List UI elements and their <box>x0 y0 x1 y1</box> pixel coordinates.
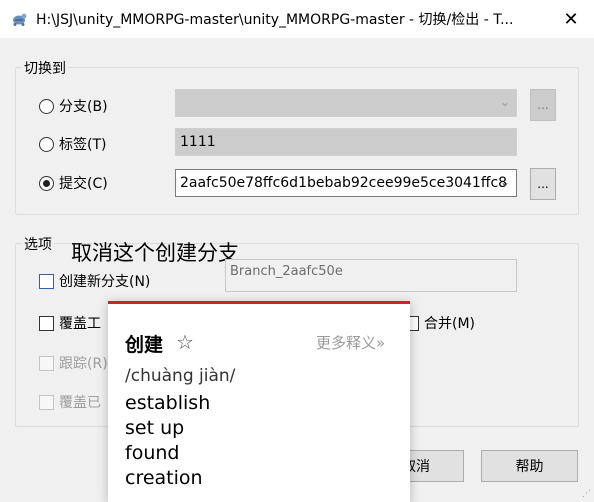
branch-radio-button[interactable] <box>39 98 54 114</box>
star-icon[interactable]: ☆ <box>176 330 194 354</box>
branch-combo[interactable]: ⌄ <box>175 89 517 117</box>
definition-item: found <box>125 442 180 464</box>
commit-radio-button[interactable] <box>39 175 54 191</box>
tag-radio[interactable]: 标签(T) <box>39 134 106 154</box>
commit-combo-value: 2aafc50e78ffc6d1bebab92cee99e5ce3041ffc8 <box>180 175 508 191</box>
overlay-caption: 取消这个创建分支 <box>71 241 239 265</box>
popup-pronunciation: /chuàng jiàn/ <box>125 366 236 386</box>
commit-radio[interactable]: 提交(C) <box>39 173 108 193</box>
switch-to-group-title: 切换到 <box>22 58 68 78</box>
commit-browse-button[interactable]: ... <box>530 168 556 200</box>
branch-radio[interactable]: 分支(B) <box>39 96 108 116</box>
branch-browse-button[interactable]: ... <box>530 89 556 121</box>
tortoisegit-icon <box>13 13 27 26</box>
create-branch-checkbox[interactable]: 创建新分支(N) <box>39 271 150 291</box>
create-branch-label: 创建新分支(N) <box>59 274 151 290</box>
title-bar: H:\JSJ\unity_MMORPG-master\unity_MMORPG-… <box>0 0 594 38</box>
tag-combo[interactable]: 1111 <box>175 128 517 156</box>
branch-name-input[interactable]: Branch_2aafc50e <box>225 259 517 292</box>
tag-radio-label: 标签(T) <box>59 137 107 153</box>
resize-grip-icon[interactable]: ⋰ <box>582 489 591 499</box>
overwrite-existing-checkbox: 覆盖已 <box>39 392 101 412</box>
commit-combo[interactable]: 2aafc50e78ffc6d1bebab92cee99e5ce3041ffc8… <box>175 169 517 197</box>
more-definitions-link[interactable]: 更多释义» <box>316 332 385 353</box>
popup-word: 创建 <box>125 334 164 356</box>
overwrite-box[interactable] <box>39 315 54 331</box>
help-button[interactable]: 帮助 <box>481 450 578 482</box>
commit-radio-label: 提交(C) <box>59 176 108 192</box>
dictionary-popup: 创建 ☆ 更多释义» /chuàng jiàn/ establish set u… <box>108 301 410 502</box>
tag-combo-value: 1111 <box>180 134 216 150</box>
branch-radio-label: 分支(B) <box>59 99 108 115</box>
overwrite-label: 覆盖工 <box>59 316 101 332</box>
overwrite-checkbox[interactable]: 覆盖工 <box>39 313 101 333</box>
merge-checkbox[interactable]: 合并(M) <box>404 313 475 333</box>
track-label: 跟踪(R) <box>59 356 108 372</box>
chevron-down-icon: ⌄ <box>499 95 510 109</box>
merge-label: 合并(M) <box>424 316 476 332</box>
chevron-down-icon: ⌄ <box>499 175 510 189</box>
track-checkbox: 跟踪(R) <box>39 353 108 373</box>
definition-item: creation <box>125 467 203 489</box>
close-button[interactable]: ✕ <box>548 0 594 38</box>
create-branch-box[interactable] <box>39 273 54 289</box>
options-group-title: 选项 <box>22 234 54 254</box>
overwrite-existing-label: 覆盖已 <box>59 395 101 411</box>
track-box <box>39 355 54 371</box>
definition-item: set up <box>125 417 185 439</box>
tag-radio-button[interactable] <box>39 136 54 152</box>
overwrite-existing-box <box>39 394 54 410</box>
window-title: H:\JSJ\unity_MMORPG-master\unity_MMORPG-… <box>36 12 514 28</box>
definition-item: establish <box>125 392 211 414</box>
definition-list: establish set up found creation <box>125 391 210 491</box>
